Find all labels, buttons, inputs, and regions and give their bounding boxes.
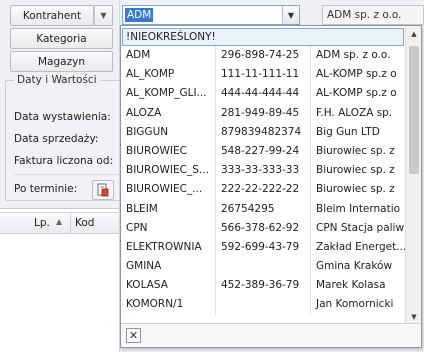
row-nip: 222-22-222-22 [215, 180, 310, 200]
row-nip: 333-33-333-33 [215, 161, 310, 181]
kategoria-label: Kategoria [36, 32, 87, 45]
group-title: Daty i Wartości [14, 74, 100, 86]
row-name: Bleim Internatio [310, 199, 405, 219]
kategoria-button[interactable]: Kategoria [10, 28, 113, 49]
row-code: ALOZA [126, 106, 162, 119]
row-nip: 566-378-62-92 [215, 218, 310, 238]
grid-header: Lp. ▲ Kod [0, 212, 120, 234]
list-item[interactable]: CPN 566-378-62-92 CPN Stacja paliw [121, 218, 405, 238]
list-item[interactable]: ELEKTROWNIA 592-699-43-79 Zakład Energet..… [121, 237, 405, 258]
magazyn-label: Magazyn [38, 55, 85, 68]
po-terminie-label: Po terminie: [14, 183, 78, 195]
column-lp[interactable]: Lp. [34, 217, 50, 229]
row-name: Big Gun LTD [310, 122, 405, 142]
column-divider [70, 213, 71, 234]
row-nip: 879839482374 [215, 122, 310, 142]
row-name: F.H. ALOZA sp. [310, 103, 405, 123]
row-code: GMINA [126, 260, 162, 273]
row-code: BIUROWIEC_S... [126, 164, 209, 177]
row-code: AL_KOMP [126, 68, 175, 81]
row-nip: 296-898-74-25 [215, 46, 310, 66]
kontrahent-button[interactable]: Kontrahent [10, 5, 94, 26]
row-nip: 548-227-99-24 [215, 141, 310, 162]
row-nip [215, 295, 310, 315]
row-nip: 592-699-43-79 [215, 237, 310, 258]
row-code: ADM [126, 49, 151, 61]
sort-ascending-icon: ▲ [56, 217, 63, 226]
row-name: AL-KOMP sp.z o [310, 84, 405, 104]
data-sprzedazy-label: Data sprzedaży: [14, 133, 99, 145]
row-code: BIGGUN [126, 125, 169, 138]
chevron-down-icon: ▼ [100, 11, 107, 20]
list-item[interactable]: !NIEOKREŚLONY! [122, 28, 404, 46]
chevron-down-icon: ▼ [287, 10, 295, 20]
row-nip: 444-44-444-44 [215, 84, 310, 104]
daty-i-wartosci-group: Daty i Wartości Data wystawienia: Data s… [5, 74, 125, 201]
kontrahent-dropdown-list: !NIEOKREŚLONY! ADM 296-898-74-25 ADM sp. z … [120, 25, 422, 348]
kontrahent-combo[interactable]: ADM ▼ [122, 5, 300, 25]
row-nip: 452-389-36-79 [215, 276, 310, 296]
row-code: KOLASA [126, 279, 168, 292]
kontrahent-label: Kontrahent [22, 9, 82, 22]
close-icon[interactable]: ✕ [126, 328, 141, 343]
list-item[interactable]: GMINA Gmina Kraków [121, 257, 405, 277]
calendar-icon [97, 183, 109, 197]
dropdown-rows: !NIEOKREŚLONY! ADM 296-898-74-25 ADM sp. z … [121, 26, 405, 325]
faktura-liczona-od-label: Faktura liczona od: [14, 155, 114, 167]
list-item[interactable]: BIUROWIEC 548-227-99-24 Biurowiec sp. z [121, 141, 405, 162]
list-item[interactable]: BLEIM 26754295 Bleim Internatio [121, 199, 405, 219]
row-nip: 281-949-89-45 [215, 103, 310, 123]
combo-value: ADM [125, 8, 154, 22]
row-name: Biurowiec sp. z [310, 141, 405, 162]
row-name: Gmina Kraków [310, 257, 405, 277]
scroll-up-icon[interactable]: ▲ [406, 26, 422, 42]
row-name: CPN Stacja paliw [310, 218, 405, 238]
row-name: AL-KOMP sp.z o [310, 65, 405, 85]
magazyn-button[interactable]: Magazyn [10, 51, 113, 72]
scroll-thumb[interactable] [409, 46, 419, 174]
list-item[interactable]: AL_KOMP 111-11-111-11 AL-KOMP sp.z o [121, 65, 405, 85]
row-code: BIUROWIEC [126, 144, 187, 157]
row-name: Jan Komornicki [310, 295, 405, 315]
list-item[interactable]: ADM 296-898-74-25 ADM sp. z o.o. [121, 46, 405, 66]
dropdown-footer: ✕ [121, 323, 421, 347]
separator [14, 174, 120, 175]
row-name: Biurowiec sp. z [310, 180, 405, 200]
data-wystawienia-label: Data wystawienia: [14, 111, 111, 123]
po-terminie-picker-button[interactable] [92, 180, 114, 200]
list-item[interactable]: ALOZA 281-949-89-45 F.H. ALOZA sp. [121, 103, 405, 123]
vertical-scrollbar[interactable]: ▲ ▼ [405, 26, 421, 325]
row-code: BIUROWIEC_... [126, 183, 203, 196]
row-nip: 26754295 [215, 199, 310, 219]
kontrahent-name-field: ADM sp. z o.o. [322, 5, 424, 25]
kontrahent-name-value: ADM sp. z o.o. [327, 9, 402, 21]
row-name: ADM sp. z o.o. [310, 46, 405, 66]
row-name: Marek Kolasa [310, 276, 405, 296]
list-item[interactable]: BIUROWIEC_S... 333-33-333-33 Biurowiec sp.… [121, 161, 405, 181]
combo-dropdown-button[interactable]: ▼ [282, 6, 299, 24]
list-item[interactable]: KOMORN/1 Jan Komornicki [121, 295, 405, 315]
kontrahent-dropdown-button[interactable]: ▼ [94, 5, 113, 26]
row-nip [215, 257, 310, 277]
row-name: Biurowiec sp. z [310, 161, 405, 181]
row-code: KOMORN/1 [126, 298, 184, 311]
row-code: CPN [126, 221, 148, 234]
list-item[interactable]: KOLASA 452-389-36-79 Marek Kolasa [121, 276, 405, 296]
row-code: BLEIM [126, 202, 158, 215]
row-name: Zakład Energet... [310, 237, 405, 258]
list-item[interactable]: BIUROWIEC_... 222-22-222-22 Biurowiec sp. … [121, 180, 405, 200]
list-item[interactable]: BIGGUN 879839482374 Big Gun LTD [121, 122, 405, 142]
row-code: !NIEOKREŚLONY! [126, 31, 216, 43]
column-kod[interactable]: Kod [75, 217, 94, 229]
row-nip: 111-11-111-11 [215, 65, 310, 85]
items-grid: Lp. ▲ Kod [0, 208, 120, 352]
row-code: ELEKTROWNIA [126, 240, 202, 253]
row-code: AL_KOMP_GLI... [126, 87, 207, 100]
list-item[interactable]: AL_KOMP_GLI... 444-44-444-44 AL-KOMP sp.z … [121, 84, 405, 104]
